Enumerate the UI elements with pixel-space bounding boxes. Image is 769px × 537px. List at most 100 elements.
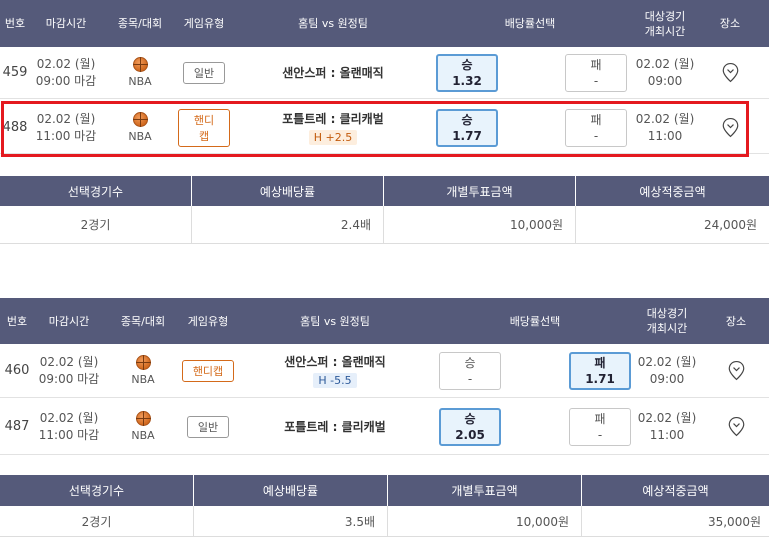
game-type-cell: 핸디캡: [180, 344, 236, 397]
handicap-value: H -5.5: [313, 373, 357, 388]
summary-bet-header: 개별투표금액: [388, 475, 582, 506]
col-venue: 장소: [719, 17, 741, 30]
summary2-header: 선택경기수 예상배당률 개별투표금액 예상적중금액: [0, 475, 769, 506]
match-time-cell: 02.02 (월) 11:00: [632, 399, 702, 454]
table1-header: 번호 마감시간 종목/대회 게임유형 홈팀 vs 원정팀 배당률선택 대상경기 …: [0, 0, 769, 47]
col-match-time-line2: 개최시간: [646, 322, 688, 335]
match-time-cell: 02.02 (월) 09:00: [630, 47, 700, 98]
summary-payout-value: 24,000원: [703, 218, 757, 232]
lose-odds-button[interactable]: 패-: [565, 109, 627, 147]
location-pin-icon[interactable]: [722, 117, 739, 138]
summary-count-header: 선택경기수: [0, 475, 194, 506]
col-game-type: 게임유형: [183, 17, 225, 30]
summary-bet-value: 10,000원: [384, 206, 576, 243]
location-pin-icon[interactable]: [728, 416, 745, 437]
deadline-cell: 02.02 (월) 09:00 마감: [34, 344, 104, 397]
win-odds-value: 1.77: [452, 129, 482, 143]
lose-odds-value: -: [593, 74, 599, 88]
col-sport: 종목/대회: [120, 314, 166, 328]
game-type-badge: 핸디캡: [178, 108, 230, 147]
lose-odds-button[interactable]: 패-: [565, 54, 627, 92]
col-odds-select: 배당률선택: [504, 17, 556, 30]
match-time: 09:00: [647, 73, 683, 88]
col-deadline: 마감시간: [45, 17, 87, 30]
game-type-cell: 일반: [178, 47, 230, 98]
col-game-type: 게임유형: [187, 314, 229, 328]
lose-odds-button[interactable]: 패 1.71: [569, 352, 631, 390]
venue-cell: [715, 399, 757, 454]
game-number-text: 487: [4, 419, 30, 434]
win-odds-value: 1.32: [452, 74, 482, 88]
game-type-badge: 일반: [186, 415, 230, 438]
win-odds-button[interactable]: 승-: [439, 352, 501, 390]
match-date: 02.02 (월): [637, 354, 697, 369]
match-time: 09:00: [649, 371, 685, 386]
lose-odds-value: 1.71: [585, 372, 615, 386]
deadline-time: 09:00 마감: [35, 73, 97, 88]
deadline-time: 09:00 마감: [38, 371, 100, 386]
lose-odds-value: -: [593, 129, 599, 143]
deadline-cell: 02.02 (월) 09:00 마감: [30, 47, 102, 98]
col-match-time: 대상경기 개최시간: [630, 0, 700, 47]
col-venue: 장소: [725, 314, 747, 328]
sport-cell: NBA: [102, 47, 178, 98]
summary-payout-header: 예상적중금액: [639, 184, 706, 199]
summary1-row: 2경기 2.4배 10,000원 24,000원: [0, 206, 769, 244]
table-row: 459 02.02 (월) 09:00 마감 NBA 일반 샌안스퍼 : 올랜매직 승 1.3…: [0, 47, 769, 99]
col-no: 번호: [4, 17, 26, 30]
matchup-teams: 샌안스퍼 : 올랜매직: [282, 66, 384, 80]
matchup-cell: 포틀트레 : 클리캐벌: [250, 399, 420, 454]
win-odds-button[interactable]: 승 1.32: [436, 54, 498, 92]
win-label: 승: [461, 58, 473, 72]
win-odds-button[interactable]: 승 1.77: [436, 109, 498, 147]
match-date: 02.02 (월): [635, 111, 695, 126]
basketball-icon: [132, 57, 148, 72]
matchup-cell: 포틀트레 : 클리캐벌 H +2.5: [248, 102, 418, 153]
match-time-cell: 02.02 (월) 09:00: [632, 344, 702, 397]
col-sport: 종목/대회: [117, 17, 163, 30]
game-type-cell: 일반: [180, 399, 236, 454]
win-odds-value: 2.05: [455, 428, 485, 442]
summary2-row: 2경기 3.5배 10,000원 35,000원: [0, 506, 769, 537]
handicap-value: H +2.5: [308, 130, 358, 145]
lose-odds-value: -: [597, 428, 603, 442]
game-number: 488: [0, 102, 30, 153]
basketball-icon: [132, 112, 148, 127]
matchup-cell: 샌안스퍼 : 올랜매직 H -5.5: [250, 344, 420, 397]
matchup-cell: 샌안스퍼 : 올랜매직: [248, 47, 418, 98]
summary-odds-header: 예상배당률: [192, 176, 384, 206]
summary-payout-header: 예상적중금액: [642, 484, 709, 498]
lose-odds-button[interactable]: 패-: [569, 408, 631, 446]
win-odds-button[interactable]: 승 2.05: [439, 408, 501, 446]
summary1-header: 선택경기수 예상배당률 개별투표금액 예상적중금액: [0, 176, 769, 206]
col-match-time-line1: 대상경기: [646, 307, 688, 320]
matchup-teams: 포틀트레 : 클리캐벌: [284, 420, 386, 434]
table-row: 460 02.02 (월) 09:00 마감 NBA 핸디캡 샌안스퍼 : 올랜매직 H -…: [0, 344, 769, 398]
win-odds-value: -: [467, 372, 473, 386]
location-pin-icon[interactable]: [722, 62, 739, 83]
venue-cell: [710, 102, 750, 153]
lose-label: 패: [594, 356, 606, 370]
summary-odds-value: 3.5배: [194, 506, 388, 536]
deadline-cell: 02.02 (월) 11:00 마감: [34, 399, 104, 454]
summary-odds-value: 2.4배: [192, 206, 384, 243]
deadline-time: 11:00 마감: [38, 427, 100, 442]
summary-count-value: 2경기: [0, 506, 194, 536]
summary-bet-header: 개별투표금액: [384, 176, 576, 206]
game-type-badge: 핸디캡: [181, 359, 235, 382]
league-label: NBA: [128, 75, 152, 88]
lose-label: 패: [590, 58, 602, 72]
matchup-teams: 포틀트레 : 클리캐벌: [282, 112, 384, 126]
win-label: 승: [464, 412, 476, 426]
win-label: 승: [464, 356, 476, 370]
location-pin-icon[interactable]: [728, 360, 745, 381]
summary-payout-value: 35,000원: [707, 514, 761, 529]
league-label: NBA: [128, 130, 152, 143]
col-match-time-line1: 대상경기: [644, 9, 686, 23]
col-odds-select: 배당률선택: [509, 314, 561, 328]
sport-cell: NBA: [108, 399, 178, 454]
game-type-cell: 핸디캡: [178, 102, 230, 153]
sport-cell: NBA: [108, 344, 178, 397]
sport-cell: NBA: [102, 102, 178, 153]
game-type-badge: 일반: [182, 61, 226, 84]
